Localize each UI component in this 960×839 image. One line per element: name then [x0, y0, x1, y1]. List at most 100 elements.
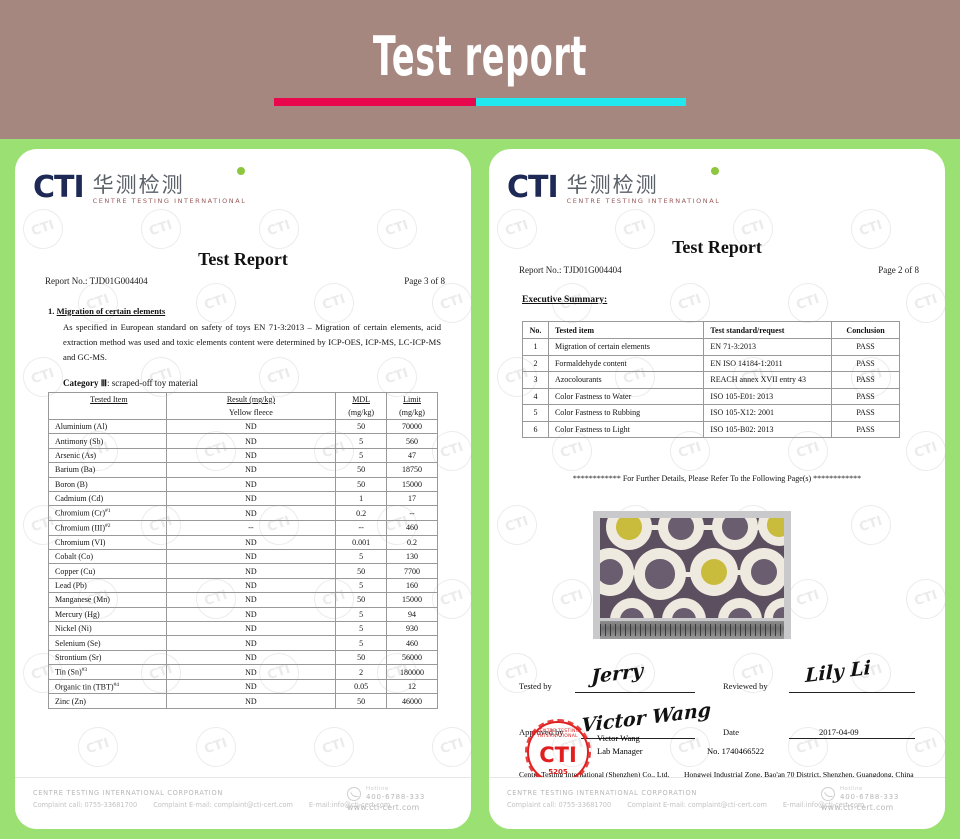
cell-result: ND — [165, 534, 337, 551]
table-row: Cadmium (Cd) ND 1 17 — [48, 490, 438, 507]
table-row: Selenium (Se) ND 5 460 — [48, 635, 438, 651]
category-label: Category — [63, 378, 99, 388]
subheader-mdl: (mg/kg) — [335, 406, 388, 420]
cell-mdl: 2 — [335, 664, 388, 680]
cell-mdl: 50 — [335, 592, 388, 608]
table-row: Boron (B) ND 50 15000 — [48, 476, 438, 492]
table-row: 4 Color Fastness to Water ISO 105-E01: 201… — [522, 387, 900, 405]
table-row: Barium (Ba) ND 50 18750 — [48, 462, 438, 478]
cti-watermark: CTI — [371, 203, 423, 255]
approver-role: Lab Manager — [597, 746, 643, 756]
cell-result: ND — [165, 476, 337, 492]
cell-item: Barium (Ba) — [48, 462, 167, 478]
footer-website[interactable]: www.cti-cert.com — [821, 803, 894, 812]
report-meta-row: Report No.: TJD01G004404 Page 2 of 8 — [519, 265, 919, 275]
tested-by-label: Tested by — [519, 681, 552, 691]
cell-result: ND — [165, 678, 337, 695]
page-number: Page 2 of 8 — [878, 265, 919, 275]
fabric-ring — [662, 598, 706, 618]
cell-item: Copper (Cu) — [48, 563, 167, 579]
cell-limit: 460 — [386, 520, 438, 536]
hotline-number: 400-6788-333 — [366, 793, 426, 801]
cell-mdl: 50 — [335, 418, 388, 435]
stamp-ring-text: CENTRE TESTING INTERNATIONAL — [536, 729, 580, 739]
cell-item: Nickel (Ni) — [48, 620, 167, 637]
cell-conclusion: PASS — [831, 371, 900, 389]
phone-icon — [347, 787, 361, 801]
further-details-note: ************ For Further Details, Please… — [572, 474, 862, 483]
cell-standard: EN ISO 14184-1:2011 — [703, 354, 833, 372]
table-row: Copper (Cu) ND 50 7700 — [48, 563, 438, 579]
table-row: 5 Color Fastness to Rubbing ISO 105-X12: 2… — [522, 404, 900, 422]
cell-tested-item: Azocolourants — [547, 371, 705, 389]
cti-official-stamp: CENTRE TESTING INTERNATIONAL CTI 5205 — [525, 719, 591, 785]
table-subheader-row: Yellow fleece (mg/kg) (mg/kg) — [48, 406, 438, 420]
cell-result: ND — [165, 490, 337, 507]
footer-complaint-email[interactable]: Complaint E-mail: complaint@cti-cert.com — [153, 801, 293, 809]
cell-result: ND — [165, 462, 337, 478]
header-mdl: MDL — [335, 392, 388, 406]
table-row: 1 Migration of certain elements EN 71-3:20… — [522, 338, 900, 356]
page-banner: Test report — [0, 0, 960, 139]
cell-limit: 94 — [386, 606, 438, 623]
table-row: Lead (Pb) ND 5 160 — [48, 577, 438, 594]
hotline-number: 400-6788-333 — [840, 793, 900, 801]
accent-bar-right — [476, 98, 686, 106]
cell-conclusion: PASS — [831, 387, 900, 405]
hotline-label: Hotline — [840, 786, 863, 792]
footer-contact-line: Complaint call: 0755-33681700 Complaint … — [507, 801, 864, 809]
section-heading: 1. Migration of certain elements — [48, 306, 165, 316]
accent-bar-left — [274, 98, 476, 106]
cell-item: Selenium (Se) — [48, 635, 167, 651]
summary-header-cell: Test standard/request — [703, 321, 833, 339]
table-row: Tin (Sn)#3 ND 2 180000 — [48, 664, 438, 680]
cell-item: Arsenic (As) — [48, 447, 167, 464]
cell-limit: 15000 — [386, 476, 438, 492]
report-number: Report No.: TJD01G004404 — [519, 265, 622, 275]
header-result: Result (mg/kg) — [165, 392, 337, 406]
reviewed-by-label: Reviewed by — [723, 681, 768, 691]
test-report-page-3[interactable]: CTI CTI CTI CTI CTI CTI CTI CTI CTI CTI CTI CTI CTI C… — [15, 149, 471, 829]
cell-mdl: 50 — [335, 476, 388, 492]
subheader-limit: (mg/kg) — [386, 406, 438, 420]
table-row: Organic tin (TBT)#4 ND 0.05 12 — [48, 678, 438, 695]
executive-summary-table: No. Tested item Test standard/request Concl… — [522, 321, 900, 438]
summary-header-cell: Tested item — [547, 321, 705, 339]
cell-result: ND — [165, 418, 337, 435]
cell-no: 4 — [522, 387, 549, 405]
sample-photo — [593, 511, 791, 639]
date-label: Date — [723, 727, 740, 737]
footer-website[interactable]: www.cti-cert.com — [347, 803, 420, 812]
cti-watermark: CTI — [845, 499, 897, 551]
cell-limit: 15000 — [386, 592, 438, 608]
cell-mdl: 0.001 — [335, 534, 388, 551]
footer-organization: CENTRE TESTING INTERNATIONAL CORPORATION — [507, 789, 697, 797]
cell-limit: 160 — [386, 577, 438, 594]
cell-result: ND — [165, 447, 337, 464]
summary-header-cell: Conclusion — [831, 321, 900, 339]
footer-complaint-email[interactable]: Complaint E-mail: complaint@cti-cert.com — [627, 801, 767, 809]
cell-mdl: 5 — [335, 433, 388, 449]
cti-watermark: CTI — [426, 721, 471, 773]
cell-item: Tin (Sn)#3 — [48, 664, 167, 680]
page-title: Test Report — [672, 237, 762, 257]
fabric-ring — [600, 548, 634, 596]
cell-tested-item: Migration of certain elements — [547, 338, 705, 356]
cell-standard: REACH annex XVII entry 43 — [703, 371, 833, 389]
cell-limit: 0.2 — [386, 534, 438, 551]
cti-logo: CTI 华测检测 CENTRE TESTING INTERNATIONAL — [507, 167, 720, 206]
cell-mdl: 5 — [335, 447, 388, 464]
table-row: Chromium (Cr)#1 ND 0.2 -- — [48, 505, 438, 521]
cell-limit: 17 — [386, 490, 438, 507]
cti-watermark: CTI — [308, 721, 360, 773]
cell-item: Chromium (Cr)#1 — [48, 505, 167, 521]
cell-result: ND — [165, 664, 337, 680]
cell-result: ND — [165, 635, 337, 651]
cell-tested-item: Formaldehyde content — [547, 354, 705, 372]
cell-result: ND — [165, 592, 337, 608]
cell-tested-item: Color Fastness to Rubbing — [547, 404, 705, 422]
table-row: Strontium (Sr) ND 50 56000 — [48, 649, 438, 666]
cti-watermark: CTI — [253, 203, 305, 255]
test-report-page-2[interactable]: CTI CTI CTI CTI CTI CTI CTI CTI CTI CTI CTI CTI CTI C… — [489, 149, 945, 829]
cell-item: Lead (Pb) — [48, 577, 167, 594]
